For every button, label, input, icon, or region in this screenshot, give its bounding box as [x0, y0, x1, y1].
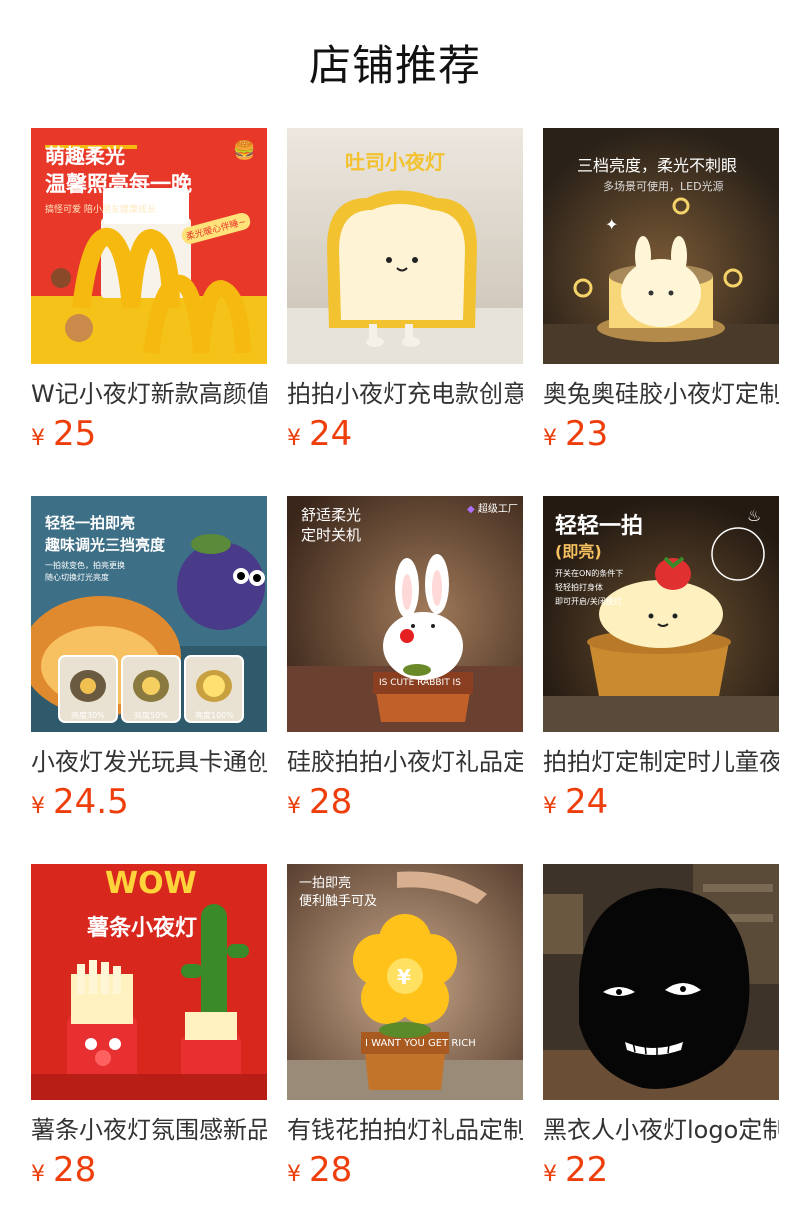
- product-price: ¥24.5: [31, 782, 267, 822]
- image-subheadline: 便利触手可及: [299, 894, 378, 909]
- product-image[interactable]: [543, 864, 779, 1100]
- product-image[interactable]: 轻轻一拍即亮 趣味调光三挡亮度 一拍就变色，拍亮更换 随心切换灯光亮度 亮度30…: [31, 496, 267, 732]
- product-card[interactable]: 萌趣柔光 温馨照亮每一晚 搞怪可爱 陪小朋友健康成长 柔光暖心伴睡~ 🍔 W记小…: [31, 128, 267, 496]
- brightness-label: 亮度50%: [134, 711, 168, 720]
- image-subheadline: (即亮): [555, 542, 602, 561]
- image-headline: 舒适柔光: [301, 506, 362, 524]
- page-title: 店铺推荐: [308, 40, 481, 90]
- product-card[interactable]: WOW 薯条小夜灯 薯条小夜灯氛围感新品 ¥28: [31, 864, 267, 1232]
- image-headline: 一拍即亮: [299, 876, 352, 891]
- price-amount: 25: [53, 414, 97, 454]
- price-amount: 28: [309, 1150, 353, 1190]
- header: 店铺推荐: [0, 0, 790, 128]
- brightness-label: 亮度100%: [195, 711, 234, 720]
- diamond-icon: ◆: [467, 504, 475, 515]
- product-title[interactable]: 小夜灯发光玩具卡通创意: [31, 746, 267, 778]
- currency-symbol: ¥: [543, 426, 557, 451]
- product-title[interactable]: 拍拍小夜灯充电款创意: [287, 378, 523, 410]
- product-card[interactable]: ¥ 一拍即亮 便利触手可及 I WANT YOU GET RICH 有钱花拍拍灯…: [287, 864, 523, 1232]
- currency-symbol: ¥: [287, 426, 301, 451]
- product-title[interactable]: 黑衣人小夜灯logo定制: [543, 1114, 779, 1146]
- image-headline: 萌趣柔光: [45, 144, 125, 168]
- product-image[interactable]: WOW 薯条小夜灯: [31, 864, 267, 1100]
- cupcake-icon: ♨: [747, 506, 762, 525]
- price-amount: 24.5: [53, 782, 129, 822]
- image-headline: 轻轻一拍即亮: [45, 514, 136, 532]
- image-subheadline: 趣味调光三挡亮度: [45, 536, 166, 554]
- currency-symbol: ¥: [543, 1162, 557, 1187]
- product-price: ¥28: [287, 1150, 523, 1190]
- image-subheadline: 温馨照亮每一晚: [45, 172, 192, 196]
- image-caption: 开关在ON的条件下: [555, 569, 624, 578]
- product-card[interactable]: 舒适柔光 定时关机 ◆ 超级工厂 IS CUTE RABBIT IS 硅胶拍拍小…: [287, 496, 523, 864]
- product-title[interactable]: 拍拍灯定制定时儿童夜灯: [543, 746, 779, 778]
- product-card[interactable]: 轻轻一拍 (即亮) 开关在ON的条件下 轻轻拍打身体 即可开启/关闭使灯 ♨ 拍…: [543, 496, 779, 864]
- currency-symbol: ¥: [543, 794, 557, 819]
- product-price: ¥28: [287, 782, 523, 822]
- product-card[interactable]: 轻轻一拍即亮 趣味调光三挡亮度 一拍就变色，拍亮更换 随心切换灯光亮度 亮度30…: [31, 496, 267, 864]
- image-caption: 一拍就变色，拍亮更换: [45, 561, 125, 570]
- product-card[interactable]: ✦ 三档亮度，柔光不刺眼 多场景可使用，LED光源 奥兔奥硅胶小夜灯定制 ¥23: [543, 128, 779, 496]
- price-amount: 23: [565, 414, 609, 454]
- product-title[interactable]: 硅胶拍拍小夜灯礼品定制: [287, 746, 523, 778]
- product-card[interactable]: 黑衣人小夜灯logo定制 ¥22: [543, 864, 779, 1232]
- currency-symbol: ¥: [31, 794, 45, 819]
- price-amount: 28: [309, 782, 353, 822]
- product-image[interactable]: ✦ 三档亮度，柔光不刺眼 多场景可使用，LED光源: [543, 128, 779, 364]
- product-grid: 萌趣柔光 温馨照亮每一晚 搞怪可爱 陪小朋友健康成长 柔光暖心伴睡~ 🍔 W记小…: [31, 128, 779, 1232]
- image-caption: 即可开启/关闭使灯: [555, 597, 622, 606]
- product-image[interactable]: 吐司小夜灯: [287, 128, 523, 364]
- product-price: ¥23: [543, 414, 779, 454]
- product-price: ¥25: [31, 414, 267, 454]
- pot-text: I WANT YOU GET RICH: [365, 1038, 476, 1049]
- factory-badge: ◆ 超级工厂: [467, 504, 518, 515]
- product-card[interactable]: 吐司小夜灯 拍拍小夜灯充电款创意 ¥24: [287, 128, 523, 496]
- product-image[interactable]: 舒适柔光 定时关机 ◆ 超级工厂 IS CUTE RABBIT IS: [287, 496, 523, 732]
- product-image[interactable]: 萌趣柔光 温馨照亮每一晚 搞怪可爱 陪小朋友健康成长 柔光暖心伴睡~ 🍔: [31, 128, 267, 364]
- product-title[interactable]: 奥兔奥硅胶小夜灯定制: [543, 378, 779, 410]
- product-title[interactable]: 有钱花拍拍灯礼品定制: [287, 1114, 523, 1146]
- image-caption: 多场景可使用，LED光源: [603, 180, 724, 193]
- pot-text: IS CUTE RABBIT IS: [379, 678, 461, 688]
- product-title[interactable]: W记小夜灯新款高颜值: [31, 378, 267, 410]
- product-title[interactable]: 薯条小夜灯氛围感新品: [31, 1114, 267, 1146]
- image-subheadline: 薯条小夜灯: [87, 916, 198, 941]
- currency-symbol: ¥: [287, 794, 301, 819]
- currency-symbol: ¥: [31, 426, 45, 451]
- image-caption: 搞怪可爱 陪小朋友健康成长: [45, 205, 156, 215]
- image-headline: WOW: [105, 866, 197, 901]
- svg-text:¥: ¥: [397, 965, 411, 989]
- image-headline: 轻轻一拍: [555, 514, 644, 539]
- image-caption: 轻轻拍打身体: [555, 583, 603, 592]
- price-amount: 28: [53, 1150, 97, 1190]
- brightness-label: 亮度30%: [71, 711, 105, 720]
- svg-text:✦: ✦: [605, 215, 618, 234]
- image-headline: 三档亮度，柔光不刺眼: [577, 156, 738, 175]
- currency-symbol: ¥: [287, 1162, 301, 1187]
- product-price: ¥24: [543, 782, 779, 822]
- image-caption: 随心切换灯光亮度: [45, 573, 109, 582]
- product-price: ¥22: [543, 1150, 779, 1190]
- price-amount: 24: [309, 414, 353, 454]
- currency-symbol: ¥: [31, 1162, 45, 1187]
- image-headline: 吐司小夜灯: [345, 150, 445, 174]
- product-price: ¥24: [287, 414, 523, 454]
- product-image[interactable]: ¥ 一拍即亮 便利触手可及 I WANT YOU GET RICH: [287, 864, 523, 1100]
- image-subheadline: 定时关机: [301, 526, 362, 544]
- price-amount: 22: [565, 1150, 609, 1190]
- product-price: ¥28: [31, 1150, 267, 1190]
- burger-icon: 🍔: [233, 140, 256, 161]
- product-image[interactable]: 轻轻一拍 (即亮) 开关在ON的条件下 轻轻拍打身体 即可开启/关闭使灯 ♨: [543, 496, 779, 732]
- price-amount: 24: [565, 782, 609, 822]
